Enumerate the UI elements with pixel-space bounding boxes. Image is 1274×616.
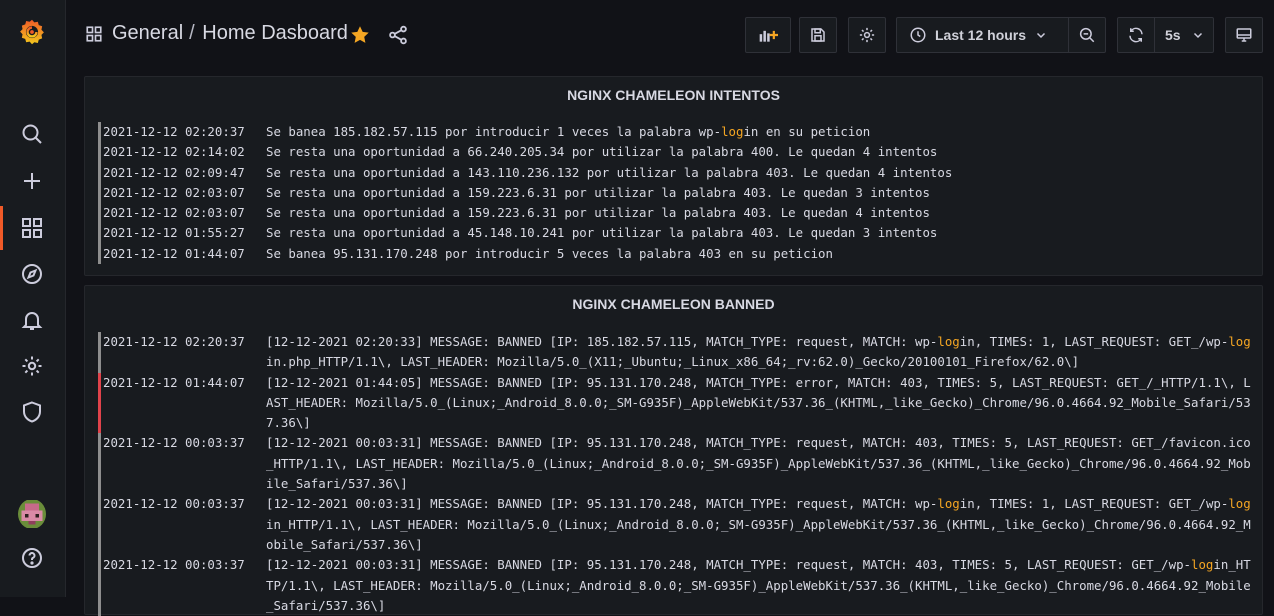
log-message: [12-12-2021 01:44:05] MESSAGE: BANNED [I…	[266, 374, 1251, 431]
chevron-down-icon	[1193, 32, 1202, 39]
search-icon[interactable]	[18, 120, 46, 148]
shield-icon[interactable]	[18, 398, 46, 426]
log-message: [12-12-2021 00:03:31] MESSAGE: BANNED [I…	[266, 496, 1251, 552]
log-message: Se resta una oportunidad a 143.110.236.1…	[266, 164, 953, 180]
dashboard-nav-bar: General / Home Dasboard Last 12 hours 5s	[65, 0, 1274, 70]
log-message: [12-12-2021 00:03:31] MESSAGE: BANNED [I…	[266, 435, 1251, 492]
zoom-out-icon	[1080, 27, 1095, 43]
logs-list: 2021-12-12 02:20:37 Se banea 185.182.57.1…	[98, 122, 1254, 265]
dashboards-icon[interactable]	[18, 214, 46, 242]
user-avatar[interactable]	[18, 500, 46, 528]
explore-icon[interactable]	[18, 260, 46, 288]
dashboard-title[interactable]: Home Dasboard	[202, 22, 348, 44]
settings-gear-icon[interactable]	[18, 352, 46, 380]
save-dashboard-button[interactable]	[799, 17, 837, 53]
log-timestamp: 2021-12-12 02:09:47	[103, 164, 245, 180]
log-message: Se resta una oportunidad a 45.148.10.241…	[266, 225, 938, 241]
panel-banned: NGINX CHAMELEON BANNED 2021-12-12 02:20:…	[84, 285, 1263, 616]
breadcrumb: General / Home Dasboard	[112, 22, 348, 45]
refresh-picker: 5s	[1117, 17, 1214, 53]
help-icon[interactable]	[18, 544, 46, 572]
dashboards-grid-icon	[86, 26, 102, 42]
log-row[interactable]: 2021-12-12 02:03:07 Se resta una oportuni…	[98, 182, 1254, 204]
add-panel-button[interactable]	[745, 17, 791, 53]
log-timestamp: 2021-12-12 01:55:27	[103, 225, 245, 241]
breadcrumb-folder[interactable]: General	[112, 22, 183, 44]
refresh-interval-button[interactable]: 5s	[1155, 27, 1203, 43]
log-message: Se banea 95.131.170.248 por introducir 5…	[266, 245, 833, 261]
clock-icon	[910, 27, 926, 43]
logs-list: 2021-12-12 02:20:37 [12-12-2021 02:20:33]…	[98, 332, 1254, 616]
search-highlight: log	[1228, 496, 1251, 512]
refresh-button[interactable]	[1118, 26, 1154, 44]
alert-bell-icon[interactable]	[18, 306, 46, 334]
chevron-down-icon	[1037, 32, 1046, 39]
log-timestamp: 2021-12-12 01:44:07	[103, 245, 245, 261]
time-range-label: Last 12 hours	[935, 27, 1027, 43]
log-timestamp: 2021-12-12 01:44:07	[103, 374, 245, 390]
search-highlight: log	[1228, 334, 1251, 349]
search-highlight: log	[937, 334, 960, 349]
log-timestamp: 2021-12-12 02:03:07	[103, 184, 245, 200]
log-row[interactable]: 2021-12-12 01:44:07 [12-12-2021 01:44:05]…	[98, 372, 1254, 434]
log-row[interactable]: 2021-12-12 01:44:07 Se banea 95.131.170.2…	[98, 243, 1254, 265]
refresh-interval-label: 5s	[1165, 27, 1181, 43]
log-timestamp: 2021-12-12 02:20:37	[103, 124, 245, 139]
time-picker: Last 12 hours	[896, 17, 1106, 53]
log-message: [12-12-2021 00:03:31] MESSAGE: BANNED [I…	[266, 557, 1251, 613]
dashboard-settings-button[interactable]	[848, 17, 886, 53]
log-message: Se resta una oportunidad a 66.240.205.34…	[266, 144, 938, 160]
plus-icon[interactable]	[18, 167, 46, 195]
search-highlight: log	[937, 496, 960, 512]
refresh-icon	[1129, 27, 1143, 43]
log-timestamp: 2021-12-12 00:03:37	[103, 557, 245, 573]
log-row[interactable]: 2021-12-12 02:20:37 [12-12-2021 02:20:33]…	[98, 332, 1254, 373]
star-icon[interactable]	[349, 24, 371, 46]
panel-intentos: NGINX CHAMELEON INTENTOS 2021-12-12 02:2…	[84, 76, 1263, 276]
log-row[interactable]: 2021-12-12 00:03:37 [12-12-2021 00:03:31]…	[98, 433, 1254, 495]
log-row[interactable]: 2021-12-12 00:03:37 [12-12-2021 00:03:31]…	[98, 555, 1254, 616]
search-highlight: log	[1191, 557, 1214, 573]
log-row[interactable]: 2021-12-12 02:14:02 Se resta una oportuni…	[98, 142, 1254, 163]
log-timestamp: 2021-12-12 00:03:37	[103, 496, 245, 512]
log-row[interactable]: 2021-12-12 00:03:37 [12-12-2021 00:03:31]…	[98, 494, 1254, 556]
log-row[interactable]: 2021-12-12 01:55:27 Se resta una oportuni…	[98, 223, 1254, 244]
log-timestamp: 2021-12-12 00:03:37	[103, 435, 245, 451]
log-message: [12-12-2021 02:20:33] MESSAGE: BANNED [I…	[266, 334, 1251, 370]
panel-title[interactable]: NGINX CHAMELEON INTENTOS	[85, 77, 1262, 113]
log-message: Se resta una oportunidad a 159.223.6.31 …	[266, 205, 930, 221]
active-nav-indicator	[0, 206, 3, 250]
sidebar	[0, 0, 66, 597]
log-timestamp: 2021-12-12 02:20:37	[103, 334, 245, 349]
log-row[interactable]: 2021-12-12 02:20:37 Se banea 185.182.57.1…	[98, 122, 1254, 143]
tv-mode-button[interactable]	[1225, 17, 1263, 53]
time-range-button[interactable]: Last 12 hours	[897, 26, 1068, 44]
log-timestamp: 2021-12-12 02:14:02	[103, 144, 245, 160]
breadcrumb-separator: /	[189, 22, 195, 44]
log-message: Se resta una oportunidad a 159.223.6.31 …	[266, 184, 930, 200]
log-row[interactable]: 2021-12-12 02:09:47 Se resta una oportuni…	[98, 162, 1254, 183]
log-message: Se banea 185.182.57.115 por introducir 1…	[266, 124, 871, 139]
monitor-icon	[1236, 28, 1252, 42]
zoom-out-button[interactable]	[1069, 26, 1105, 44]
search-highlight: log	[721, 124, 744, 139]
panel-title[interactable]: NGINX CHAMELEON BANNED	[85, 286, 1262, 322]
share-icon[interactable]	[387, 24, 409, 46]
log-timestamp: 2021-12-12 02:03:07	[103, 205, 245, 221]
log-row[interactable]: 2021-12-12 02:03:07 Se resta una oportuni…	[98, 203, 1254, 224]
grafana-logo-icon[interactable]	[18, 18, 46, 46]
